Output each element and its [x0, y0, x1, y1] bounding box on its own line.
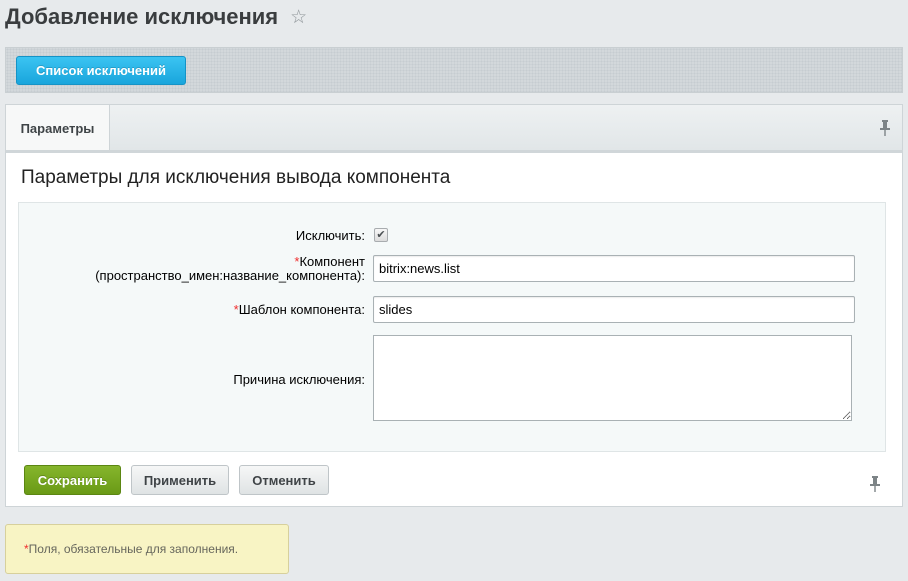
exclude-label: Исключить: [295, 228, 365, 243]
tab-content: Параметры для исключения вывода компонен… [5, 150, 903, 507]
star-icon[interactable]: ☆ [290, 6, 307, 29]
cancel-button[interactable]: Отменить [239, 465, 329, 495]
component-label-line2: (пространство_имен:название_компонента): [95, 268, 365, 283]
template-label: *Шаблон компонента: [234, 303, 365, 317]
exclude-checkbox[interactable]: ✔ [374, 228, 388, 242]
reason-textarea[interactable] [373, 335, 852, 421]
reason-label: Причина исключения: [233, 372, 365, 387]
section-title: Параметры для исключения вывода компонен… [21, 167, 451, 188]
form-box: Исключить: ✔ *Компонент (пространство_им… [18, 202, 886, 452]
page-title: Добавление исключения ☆ [5, 4, 307, 30]
context-toolbar: Список исключений [5, 47, 903, 93]
required-fields-note: * Поля, обязательные для заполнения. [5, 524, 289, 574]
page-title-text: Добавление исключения [5, 4, 279, 29]
tabs-bar: Параметры [5, 104, 903, 151]
pin-icon[interactable] [878, 119, 892, 137]
exceptions-list-button[interactable]: Список исключений [16, 56, 186, 85]
tab-parameters[interactable]: Параметры [6, 105, 110, 151]
component-input[interactable] [373, 255, 855, 282]
save-button[interactable]: Сохранить [24, 465, 121, 495]
component-label-line1: Компонент [299, 254, 365, 269]
template-label-text: Шаблон компонента: [238, 302, 365, 317]
pin-icon[interactable] [868, 475, 882, 493]
note-text: Поля, обязательные для заполнения. [28, 542, 239, 556]
apply-button[interactable]: Применить [131, 465, 229, 495]
template-input[interactable] [373, 296, 855, 323]
component-label: *Компонент (пространство_имен:название_к… [95, 255, 365, 283]
